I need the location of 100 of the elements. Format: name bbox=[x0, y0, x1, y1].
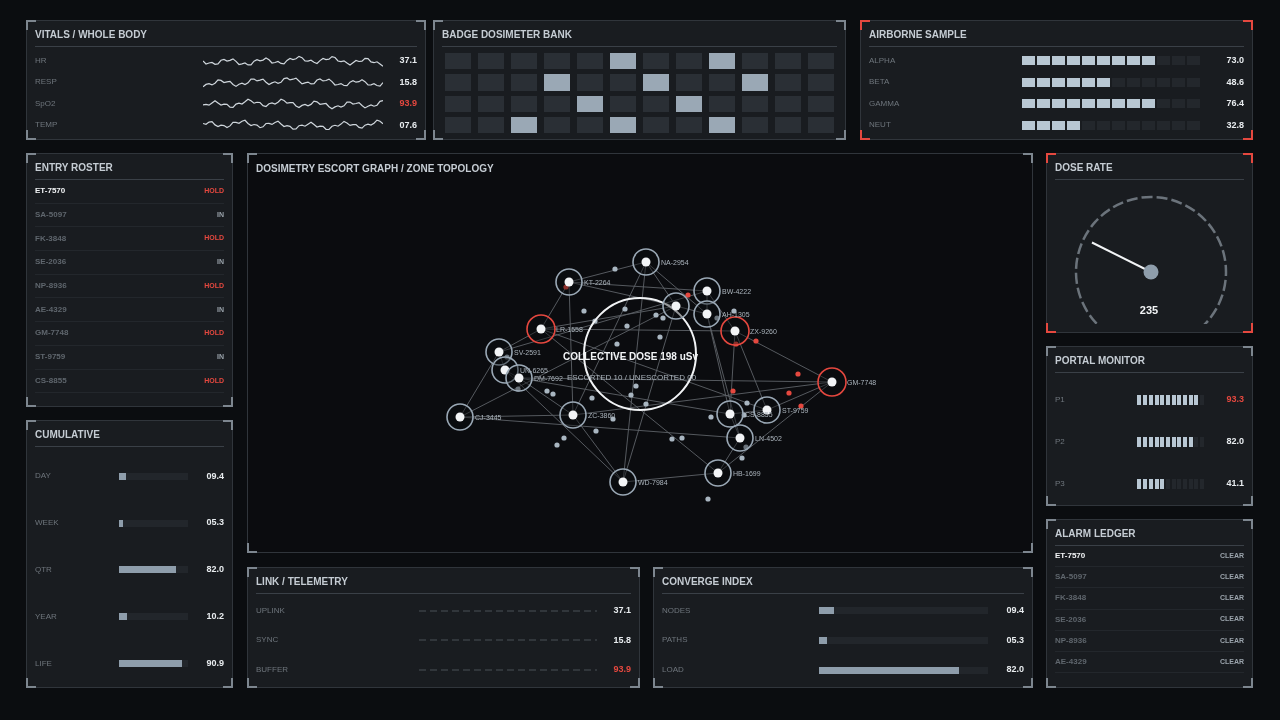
graph-node[interactable] bbox=[720, 316, 750, 346]
dose-rate-value: 235 bbox=[1139, 304, 1159, 316]
panel-title: ENTRY ROSTER bbox=[35, 154, 224, 180]
corner-bracket bbox=[860, 130, 870, 140]
signal-dot bbox=[798, 403, 804, 409]
corner-bracket bbox=[1023, 567, 1033, 577]
signal-dot bbox=[614, 341, 620, 347]
graph-node[interactable] bbox=[662, 292, 690, 320]
corner-bracket bbox=[1046, 346, 1056, 356]
portal-value: 82.0 bbox=[1225, 435, 1244, 449]
row-label: P3 bbox=[1055, 478, 1065, 490]
signal-dot bbox=[744, 400, 750, 406]
panel-title: ALARM LEDGER bbox=[1055, 520, 1244, 546]
row-label: LIFE bbox=[35, 657, 52, 670]
signal-dot bbox=[731, 308, 737, 314]
graph-node[interactable] bbox=[485, 338, 513, 366]
signal-dot bbox=[589, 395, 595, 401]
graph-node[interactable] bbox=[726, 424, 754, 452]
reading-value: 09.4 bbox=[1005, 604, 1024, 618]
row-label: HR bbox=[35, 54, 47, 67]
row-label: YEAR bbox=[35, 610, 57, 623]
telemetry-value: 15.8 bbox=[612, 633, 631, 647]
reading-value: 82.0 bbox=[205, 563, 224, 577]
signal-dot bbox=[753, 338, 759, 344]
corner-bracket bbox=[1046, 496, 1056, 506]
graph-node[interactable] bbox=[526, 314, 556, 344]
corner-bracket bbox=[26, 20, 36, 30]
corner-bracket bbox=[1046, 678, 1056, 688]
badge-id: SA-5097 bbox=[1055, 571, 1087, 584]
vital-value: 37.1 bbox=[398, 54, 417, 67]
corner-bracket bbox=[630, 567, 640, 577]
graph-node[interactable] bbox=[716, 400, 744, 428]
signal-dot bbox=[633, 383, 639, 389]
signal-dot bbox=[563, 284, 569, 290]
graph-node[interactable] bbox=[632, 248, 660, 276]
row-label: PATHS bbox=[662, 634, 688, 647]
signal-dot bbox=[581, 308, 587, 314]
corner-bracket bbox=[247, 543, 257, 553]
graph-node[interactable] bbox=[491, 356, 519, 384]
corner-bracket bbox=[1243, 20, 1253, 30]
graph-node[interactable] bbox=[704, 459, 732, 487]
reading-value: 09.4 bbox=[205, 469, 224, 483]
signal-dot bbox=[643, 401, 649, 407]
corner-bracket bbox=[247, 567, 257, 577]
badge-id: AE-4329 bbox=[35, 303, 67, 316]
reading-value: 32.8 bbox=[1225, 118, 1244, 132]
panel-title: CUMULATIVE bbox=[35, 421, 224, 447]
badge-id: NP-8936 bbox=[35, 280, 67, 293]
corner-bracket bbox=[653, 567, 663, 577]
graph-node[interactable] bbox=[609, 468, 637, 496]
signal-dot bbox=[795, 371, 801, 377]
badge-id: ST-9759 bbox=[35, 351, 66, 364]
signal-dot bbox=[708, 414, 714, 420]
row-label: TEMP bbox=[35, 119, 58, 132]
corner-bracket bbox=[836, 130, 846, 140]
corner-bracket bbox=[223, 678, 233, 688]
signal-dot bbox=[593, 428, 599, 434]
reading-value: 05.3 bbox=[1005, 633, 1024, 647]
corner-bracket bbox=[247, 153, 257, 163]
badge-id: GM-7748 bbox=[35, 327, 69, 340]
signal-dot bbox=[743, 444, 749, 450]
badge-id: NP-8936 bbox=[1055, 634, 1087, 647]
corner-bracket bbox=[1243, 323, 1253, 333]
corner-bracket bbox=[26, 420, 36, 430]
graph-node[interactable] bbox=[693, 300, 721, 328]
badge-id: SE-2036 bbox=[1055, 613, 1087, 626]
row-label: P2 bbox=[1055, 436, 1065, 448]
signal-dot bbox=[679, 435, 685, 441]
badge-id: FK-3848 bbox=[1055, 592, 1087, 605]
corner-bracket bbox=[26, 397, 36, 407]
corner-bracket bbox=[1243, 519, 1253, 529]
badge-id: ET-7570 bbox=[35, 185, 66, 198]
graph-node[interactable] bbox=[693, 277, 721, 305]
badge-id: SA-5097 bbox=[35, 209, 67, 222]
graph-node[interactable] bbox=[559, 401, 587, 429]
graph-node[interactable] bbox=[555, 268, 583, 296]
signal-dot bbox=[612, 266, 618, 272]
corner-bracket bbox=[1023, 543, 1033, 553]
signal-dot bbox=[622, 306, 628, 312]
row-label: NEUT bbox=[869, 119, 891, 132]
row-label: ALPHA bbox=[869, 54, 896, 67]
row-label: WEEK bbox=[35, 517, 59, 530]
badge-id: SE-2036 bbox=[35, 256, 67, 269]
row-label: UPLINK bbox=[256, 604, 285, 617]
badge-id: FK-3848 bbox=[35, 232, 67, 245]
panel-title: AIRBORNE SAMPLE bbox=[869, 21, 1244, 47]
reading-value: 82.0 bbox=[1005, 663, 1024, 677]
corner-bracket bbox=[1023, 153, 1033, 163]
corner-bracket bbox=[1243, 496, 1253, 506]
signal-dot bbox=[504, 354, 510, 360]
signal-dot bbox=[628, 392, 634, 398]
vital-value: 93.9 bbox=[398, 97, 417, 110]
signal-dot bbox=[685, 292, 691, 298]
graph-node[interactable] bbox=[817, 367, 847, 397]
graph-node[interactable] bbox=[446, 403, 474, 431]
row-label: SYNC bbox=[256, 634, 279, 647]
corner-bracket bbox=[1243, 130, 1253, 140]
corner-bracket bbox=[26, 153, 36, 163]
corner-bracket bbox=[26, 678, 36, 688]
panel-title: LINK / TELEMETRY bbox=[256, 568, 631, 594]
